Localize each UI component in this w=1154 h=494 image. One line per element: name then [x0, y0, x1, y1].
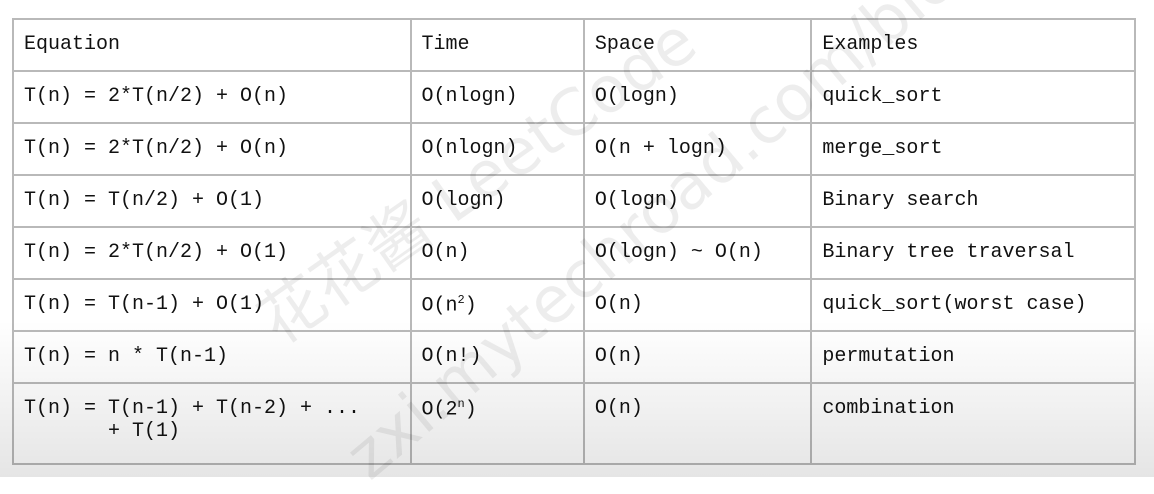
space-cell: O(n): [582, 382, 813, 465]
header-space: Space: [582, 18, 813, 72]
table-row: T(n) = T(n/2) + O(1) O(logn) O(logn) Bin…: [12, 174, 1136, 228]
space-cell: O(logn): [582, 70, 813, 124]
time-base: O(2: [421, 398, 458, 422]
example-cell: Binary search: [810, 174, 1136, 228]
equation-cell: T(n) = T(n/2) + O(1): [12, 174, 412, 228]
table-row: T(n) = 2*T(n/2) + O(n) O(nlogn) O(n + lo…: [12, 122, 1136, 176]
table-row: T(n) = 2*T(n/2) + O(1) O(n) O(logn) ~ O(…: [12, 226, 1136, 280]
time-base: O(n: [421, 294, 458, 318]
time-exponent: 2: [457, 293, 465, 307]
space-cell: O(logn) ~ O(n): [582, 226, 813, 280]
equation-cell: T(n) = T(n-1) + O(1): [12, 278, 412, 332]
space-cell: O(n): [582, 278, 813, 332]
table-row: T(n) = T(n-1) + T(n-2) + ... + T(1) O(2n…: [12, 382, 1136, 465]
time-cell: O(nlogn): [409, 70, 585, 124]
table-header-row: Equation Time Space Examples: [12, 18, 1136, 72]
example-cell: quick_sort(worst case): [810, 278, 1136, 332]
time-cell: O(nlogn): [409, 122, 585, 176]
equation-cell: T(n) = 2*T(n/2) + O(1): [12, 226, 412, 280]
example-cell: permutation: [810, 330, 1136, 384]
equation-cell: T(n) = 2*T(n/2) + O(n): [12, 70, 412, 124]
time-cell: O(n!): [409, 330, 585, 384]
header-examples: Examples: [810, 18, 1136, 72]
equation-cell: T(n) = 2*T(n/2) + O(n): [12, 122, 412, 176]
space-cell: O(n + logn): [582, 122, 813, 176]
header-equation: Equation: [12, 18, 412, 72]
time-end: ): [464, 294, 477, 318]
time-cell: O(n2): [409, 278, 585, 332]
table-row: T(n) = T(n-1) + O(1) O(n2) O(n) quick_so…: [12, 278, 1136, 332]
space-cell: O(logn): [582, 174, 813, 228]
header-time: Time: [409, 18, 585, 72]
space-cell: O(n): [582, 330, 813, 384]
time-end: ): [464, 398, 477, 422]
time-cell: O(2n): [409, 382, 585, 465]
complexity-table: Equation Time Space Examples T(n) = 2*T(…: [12, 18, 1136, 465]
example-cell: quick_sort: [810, 70, 1136, 124]
table-row: T(n) = n * T(n-1) O(n!) O(n) permutation: [12, 330, 1136, 384]
example-cell: Binary tree traversal: [810, 226, 1136, 280]
equation-cell: T(n) = T(n-1) + T(n-2) + ... + T(1): [12, 382, 412, 465]
table-row: T(n) = 2*T(n/2) + O(n) O(nlogn) O(logn) …: [12, 70, 1136, 124]
example-cell: merge_sort: [810, 122, 1136, 176]
time-cell: O(n): [409, 226, 585, 280]
time-exponent: n: [457, 397, 465, 411]
equation-cell: T(n) = n * T(n-1): [12, 330, 412, 384]
time-cell: O(logn): [409, 174, 585, 228]
example-cell: combination: [810, 382, 1136, 465]
